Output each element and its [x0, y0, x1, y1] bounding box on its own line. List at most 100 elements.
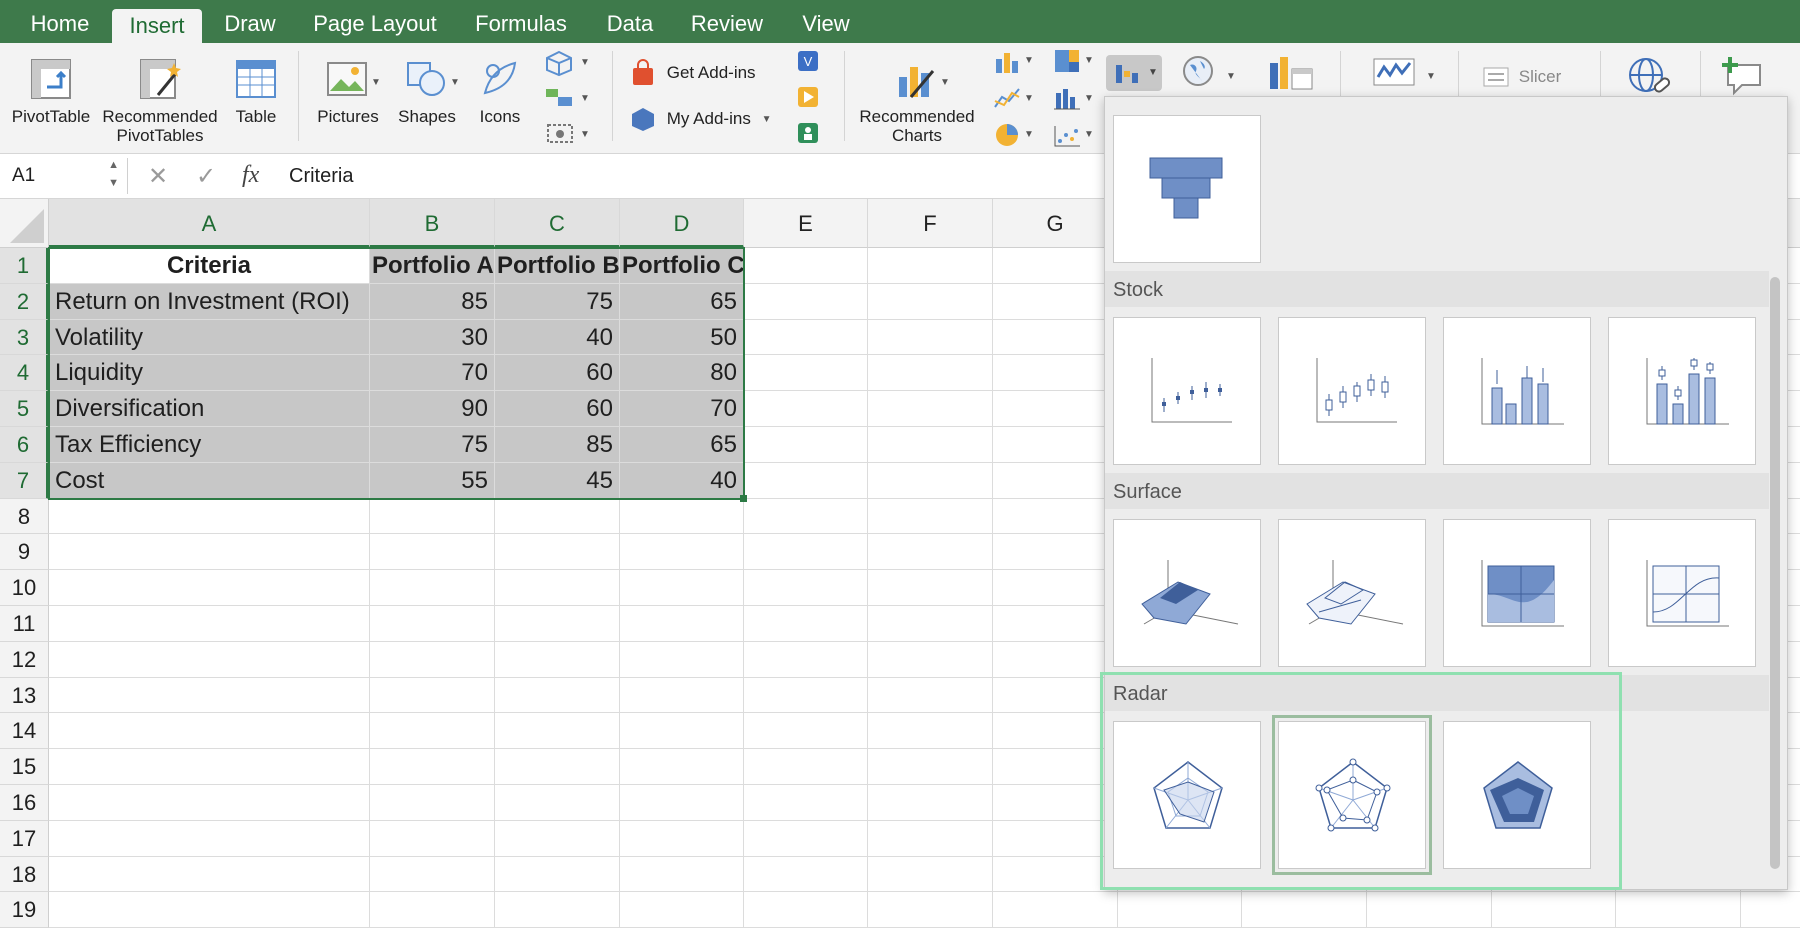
pivotchart-icon[interactable]: [1266, 53, 1320, 93]
recommended-pivottables-button[interactable]: Recommended PivotTables: [98, 57, 222, 145]
smartart-icon[interactable]: [544, 85, 574, 109]
cancel-icon[interactable]: ✕: [148, 162, 168, 191]
chevron-down-icon[interactable]: ▼: [1084, 129, 1094, 140]
column-header-A[interactable]: A: [49, 199, 370, 248]
criteria-cell[interactable]: Cost: [49, 462, 370, 499]
contour-wireframe-thumbnail[interactable]: [1608, 519, 1756, 667]
pie-chart-icon[interactable]: [992, 121, 1022, 149]
criteria-cell[interactable]: Return on Investment (ROI): [49, 283, 370, 320]
3d-models-icon[interactable]: [544, 49, 574, 77]
tab-formulas[interactable]: Formulas: [466, 0, 576, 43]
score-cell[interactable]: 75: [370, 427, 495, 463]
row-header-14[interactable]: 14: [0, 713, 49, 750]
cell[interactable]: [744, 427, 868, 463]
cell[interactable]: [868, 749, 993, 785]
cell[interactable]: [868, 391, 993, 427]
cell[interactable]: [744, 785, 868, 821]
column-header-G[interactable]: G: [993, 199, 1118, 248]
tab-draw[interactable]: Draw: [218, 0, 282, 43]
cell[interactable]: [49, 820, 370, 857]
score-cell[interactable]: 55: [370, 462, 495, 499]
cell[interactable]: [993, 319, 1118, 356]
waterfall-chart-button[interactable]: ▼: [1106, 55, 1162, 91]
score-cell[interactable]: 80: [620, 355, 744, 392]
stepper-icon[interactable]: ▲ ▼: [108, 156, 119, 192]
cell[interactable]: [868, 534, 993, 571]
cell[interactable]: [370, 892, 495, 929]
icons-button[interactable]: Icons: [470, 57, 530, 126]
score-cell[interactable]: 65: [620, 283, 744, 320]
cell[interactable]: [993, 713, 1118, 750]
row-header-12[interactable]: 12: [0, 641, 49, 678]
stock-hlc-thumbnail[interactable]: [1113, 317, 1261, 465]
cell[interactable]: [868, 892, 993, 929]
cell[interactable]: [744, 606, 868, 642]
cell[interactable]: [620, 892, 744, 929]
filled-radar-thumbnail[interactable]: [1443, 721, 1591, 869]
table-header-cell[interactable]: Portfolio C: [620, 248, 744, 284]
cell[interactable]: [49, 713, 370, 750]
row-header-11[interactable]: 11: [0, 606, 49, 642]
my-addins-button[interactable]: My Add-ins ▼: [630, 105, 780, 133]
row-header-3[interactable]: 3: [0, 319, 49, 356]
cell[interactable]: [370, 498, 495, 535]
cell[interactable]: [868, 856, 993, 893]
criteria-cell[interactable]: Diversification: [49, 391, 370, 427]
row-header-1[interactable]: 1: [0, 248, 49, 284]
cell[interactable]: [370, 749, 495, 785]
column-header-D[interactable]: D: [620, 199, 744, 248]
surface-wireframe-thumbnail[interactable]: [1278, 519, 1426, 667]
cell[interactable]: [993, 570, 1118, 606]
formula-input[interactable]: Criteria: [289, 154, 353, 198]
row-header-18[interactable]: 18: [0, 856, 49, 893]
score-cell[interactable]: 45: [495, 462, 620, 499]
chevron-down-icon[interactable]: ▼: [1426, 71, 1436, 82]
cell[interactable]: [1118, 892, 1242, 929]
cell[interactable]: [370, 785, 495, 821]
cell[interactable]: [868, 427, 993, 463]
cell[interactable]: [744, 391, 868, 427]
row-header-9[interactable]: 9: [0, 534, 49, 571]
cell[interactable]: [620, 641, 744, 678]
contour-thumbnail[interactable]: [1443, 519, 1591, 667]
tab-data[interactable]: Data: [600, 0, 660, 43]
cell[interactable]: [620, 570, 744, 606]
cell[interactable]: [495, 498, 620, 535]
cell[interactable]: [744, 749, 868, 785]
criteria-cell[interactable]: Liquidity: [49, 355, 370, 392]
row-header-2[interactable]: 2: [0, 283, 49, 320]
cell[interactable]: [370, 641, 495, 678]
cell[interactable]: [620, 785, 744, 821]
tab-view[interactable]: View: [796, 0, 856, 43]
select-all-corner[interactable]: [0, 199, 49, 248]
cell[interactable]: [993, 427, 1118, 463]
slicer-button[interactable]: Slicer: [1482, 65, 1572, 89]
table-header-cell[interactable]: Criteria: [49, 248, 370, 284]
row-header-6[interactable]: 6: [0, 427, 49, 463]
cell[interactable]: [495, 606, 620, 642]
score-cell[interactable]: 60: [495, 391, 620, 427]
cell[interactable]: [370, 570, 495, 606]
cell[interactable]: [993, 248, 1118, 284]
cell[interactable]: [868, 355, 993, 392]
cell[interactable]: [868, 462, 993, 499]
cell[interactable]: [620, 534, 744, 571]
cell[interactable]: [1741, 892, 1800, 929]
cell[interactable]: [1242, 892, 1367, 929]
cell[interactable]: [993, 606, 1118, 642]
score-cell[interactable]: 50: [620, 319, 744, 356]
cell[interactable]: [370, 820, 495, 857]
visio-icon[interactable]: V: [794, 47, 822, 75]
score-cell[interactable]: 85: [370, 283, 495, 320]
cell[interactable]: [993, 641, 1118, 678]
chevron-down-icon[interactable]: ▼: [371, 77, 381, 88]
cell[interactable]: [49, 641, 370, 678]
cell[interactable]: [868, 283, 993, 320]
cell[interactable]: [868, 248, 993, 284]
cell[interactable]: [744, 856, 868, 893]
cell[interactable]: [495, 534, 620, 571]
score-cell[interactable]: 85: [495, 427, 620, 463]
cell[interactable]: [49, 606, 370, 642]
cell[interactable]: [370, 713, 495, 750]
chevron-down-icon[interactable]: ▼: [1226, 71, 1236, 82]
